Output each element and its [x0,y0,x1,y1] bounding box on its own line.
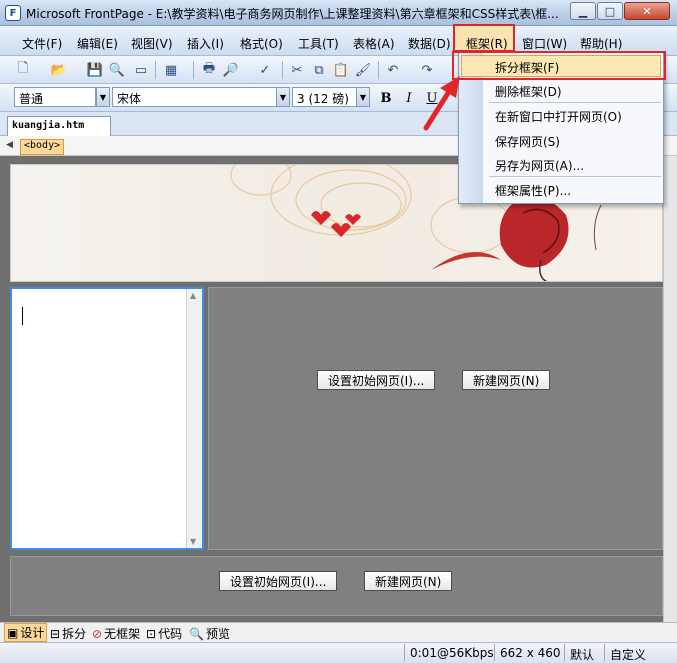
open-folder-icon[interactable]: 📂 [50,61,68,79]
status-separator [604,644,605,661]
frontpage-app-icon[interactable]: F [5,5,21,21]
annotation-arrow-icon [423,76,460,131]
scroll-down-icon[interactable]: ▼ [190,537,196,546]
status-custom: 自定义 [610,648,647,662]
menu-item-open-in-new-window[interactable]: 在新窗口中打开网页(O) [495,108,622,125]
window-title: Microsoft FrontPage - E:\教学资料\电子商务网页制作\上… [26,7,559,21]
toolbar-separator [193,61,194,79]
status-page-size: 662 x 460 [500,646,561,660]
toolbar-separator [155,61,156,79]
menu-insert[interactable]: 插入(I) [187,35,224,52]
design-view-icon: ▣ [7,625,19,640]
font-select-arrow[interactable]: ▼ [276,87,290,107]
menu-edit[interactable]: 编辑(E) [77,35,118,52]
menu-item-save-page-as[interactable]: 另存为网页(A)... [495,157,584,174]
bold-button[interactable]: B [377,89,395,107]
menu-separator [489,102,661,103]
paste-icon[interactable]: 📋 [332,61,350,79]
view-tab-code[interactable]: ⊡ 代码 [146,625,182,642]
menu-table[interactable]: 表格(A) [353,35,395,52]
copy-icon[interactable]: ⧉ [310,61,328,79]
left-frame-scrollbar[interactable]: ▲ ▼ [186,289,202,548]
style-select[interactable]: 普通 [14,87,96,107]
menu-data[interactable]: 数据(D) [408,35,451,52]
split-frame-annotation-box [452,51,666,80]
maximize-icon: □ [604,4,616,18]
text-caret [22,307,23,325]
spell-check-icon[interactable]: ✓ [256,61,274,79]
document-tab[interactable]: kuangjia.htm [7,116,111,136]
code-view-icon: ⊡ [146,626,157,641]
layout-icon[interactable]: ▦ [162,61,180,79]
close-button[interactable]: ✕ [624,2,670,20]
font-select[interactable]: 宋体 [112,87,278,107]
view-tab-no-frames[interactable]: ⊘ 无框架 [92,625,140,642]
menu-window[interactable]: 窗口(W) [522,35,567,52]
style-select-arrow[interactable]: ▼ [96,87,110,107]
italic-button[interactable]: I [400,89,418,107]
menu-format[interactable]: 格式(O) [240,35,283,52]
scroll-up-icon[interactable]: ▲ [190,291,196,300]
body-tag[interactable]: <body> [20,139,65,155]
tag-scroll-left-icon[interactable]: ◀ [6,140,13,150]
toolbar-separator [378,61,379,79]
format-painter-icon[interactable]: 🖌 [354,61,372,79]
menu-separator [489,176,661,177]
no-frames-icon: ⊘ [92,626,103,641]
bottom-set-initial-page-button[interactable]: 设置初始网页(I)... [219,571,338,591]
status-mode: 默认 [570,648,595,662]
status-separator [404,644,405,661]
canvas-scrollbar[interactable] [663,156,677,622]
menu-item-delete-frame[interactable]: 删除框架(D) [495,83,562,100]
minimize-button[interactable]: ▁ [570,2,596,20]
new-page-icon[interactable]: 🗋 [14,61,32,79]
cut-icon[interactable]: ✂ [288,61,306,79]
status-download-speed: 0:01@56Kbps [410,646,494,660]
split-view-icon: ⊟ [50,626,61,641]
maximize-button[interactable]: □ [597,2,623,20]
main-new-page-button[interactable]: 新建网页(N) [462,370,551,390]
menu-help[interactable]: 帮助(H) [580,35,622,52]
toolbar-separator [282,61,283,79]
status-separator [564,644,565,661]
menu-view[interactable]: 视图(V) [131,35,173,52]
preview-icon: 🔍 [189,626,204,641]
main-set-initial-page-button[interactable]: 设置初始网页(I)... [317,370,436,390]
view-tab-design[interactable]: ▣ 设计 [4,623,48,642]
print-icon[interactable]: 🖶 [200,61,218,79]
menu-tools[interactable]: 工具(T) [298,35,339,52]
left-frame[interactable] [10,287,204,550]
bottom-new-page-button[interactable]: 新建网页(N) [364,571,453,591]
minimize-icon: ▁ [578,4,588,18]
menu-item-save-page[interactable]: 保存网页(S) [495,133,560,150]
menu-item-frame-properties[interactable]: 框架属性(P)... [495,182,571,199]
print-preview-icon[interactable]: 🔎 [222,61,240,79]
status-separator [494,644,495,661]
close-icon: ✕ [642,4,652,18]
menu-frames[interactable]: 框架(R) [466,35,508,52]
find-icon[interactable]: 🔍 [108,61,126,79]
copy-format-icon[interactable]: ▭ [132,61,150,79]
main-frame[interactable] [208,287,663,550]
undo-icon[interactable]: ↶ [384,61,402,79]
view-tab-split[interactable]: ⊟ 拆分 [50,625,86,642]
view-tab-preview[interactable]: 🔍 预览 [189,625,230,642]
font-size-select-arrow[interactable]: ▼ [356,87,370,107]
save-icon[interactable]: 💾 [86,61,104,79]
menu-file[interactable]: 文件(F) [22,35,62,52]
